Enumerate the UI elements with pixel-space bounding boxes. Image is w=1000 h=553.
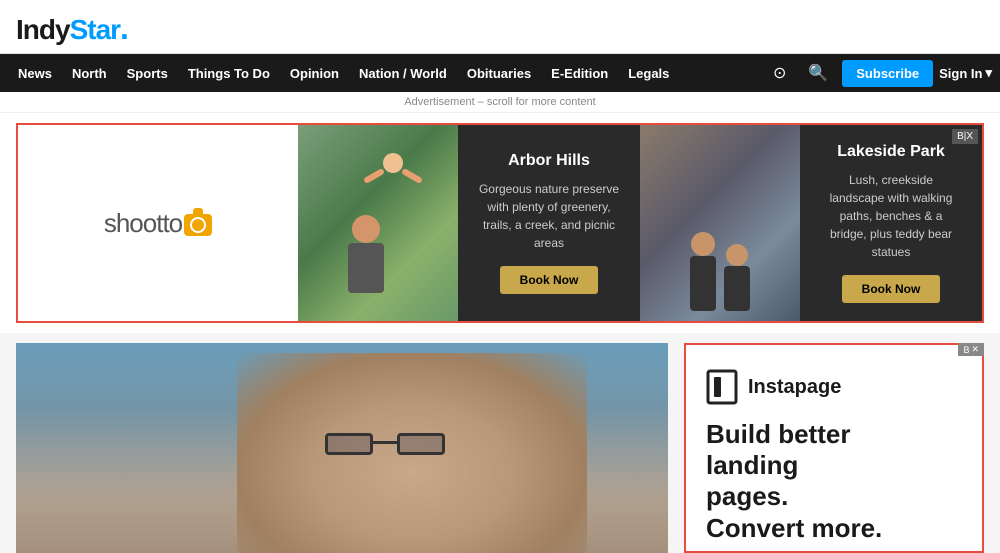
shootto-logo: shootto [104, 208, 212, 239]
child-figure [363, 153, 423, 181]
ad-middle-photo [298, 125, 458, 321]
instapage-brand-name: Instapage [748, 376, 841, 399]
glasses-right-frame [397, 433, 445, 455]
couple-silhouettes [690, 232, 750, 311]
instapage-logo-svg [706, 369, 738, 405]
side-ad-close-button[interactable]: B ✕ [958, 343, 984, 356]
arbor-hills-photo [298, 125, 458, 321]
nav-item-opinion[interactable]: Opinion [280, 54, 349, 92]
more-icon: ⊙ [773, 63, 786, 83]
logo-text-indy: Indy [16, 14, 70, 45]
nav-items: News North Sports Things To Do Opinion N… [8, 54, 765, 92]
arbor-hills-section: Arbor Hills Gorgeous nature preserve wit… [458, 125, 640, 321]
search-button[interactable]: 🔍 [800, 59, 836, 87]
instapage-header: Instapage [706, 369, 962, 405]
side-ad-wrapper: B ✕ Instapage Build better landing pages… [684, 343, 984, 553]
tagline-line1: Build better [706, 419, 850, 449]
nav-item-nation-world[interactable]: Nation / World [349, 54, 457, 92]
lakeside-park-title: Lakeside Park [837, 143, 945, 161]
nav-link-sports[interactable]: Sports [117, 54, 178, 92]
nav-link-opinion[interactable]: Opinion [280, 54, 349, 92]
lakeside-park-section: Lakeside Park Lush, creekside landscape … [800, 125, 982, 321]
dad-body [348, 243, 384, 293]
child-arms [363, 173, 423, 181]
close-x-icon: ✕ [971, 344, 979, 355]
main-ad-container: B|X shootto [0, 113, 1000, 333]
site-header: IndyStar. [0, 0, 1000, 54]
short-person-body [724, 266, 750, 311]
nav-link-legals[interactable]: Legals [618, 54, 679, 92]
main-nav: News North Sports Things To Do Opinion N… [0, 54, 1000, 92]
nav-right: ⊙ 🔍 Subscribe Sign In ▾ [765, 59, 992, 87]
signin-label: Sign In [939, 66, 982, 81]
chevron-down-icon: ▾ [985, 65, 992, 81]
nav-link-north[interactable]: North [62, 54, 117, 92]
site-logo[interactable]: IndyStar. [16, 10, 984, 47]
nav-link-obituaries[interactable]: Obituaries [457, 54, 541, 92]
tagline-line3: pages. [706, 481, 788, 511]
nav-link-things-to-do[interactable]: Things To Do [178, 54, 280, 92]
subscribe-button[interactable]: Subscribe [842, 60, 933, 87]
camera-icon [184, 214, 212, 236]
arbor-hills-description: Gorgeous nature preserve with plenty of … [478, 180, 620, 252]
dad-figure [348, 215, 384, 293]
lakeside-park-book-now-button[interactable]: Book Now [842, 275, 941, 303]
ad-notice: Advertisement – scroll for more content [0, 92, 1000, 113]
instapage-tagline: Build better landing pages. Convert more… [706, 419, 962, 544]
face-person [237, 353, 587, 553]
tall-person-body [690, 256, 716, 311]
dad-head [352, 215, 380, 243]
glasses-left-frame [325, 433, 373, 455]
ad-left-section: shootto [18, 125, 298, 321]
father-child-silhouette [338, 153, 418, 293]
search-icon: 🔍 [808, 63, 828, 83]
ad-right-photo [640, 125, 800, 321]
more-sections-button[interactable]: ⊙ [765, 59, 794, 87]
lakeside-park-description: Lush, creekside landscape with walking p… [820, 171, 962, 261]
nav-item-things-to-do[interactable]: Things To Do [178, 54, 280, 92]
glasses [325, 433, 445, 461]
logo-dot: . [120, 10, 128, 46]
short-person-head [726, 244, 748, 266]
arbor-hills-title: Arbor Hills [508, 152, 590, 170]
person-tall [690, 232, 716, 311]
nav-item-north[interactable]: North [62, 54, 117, 92]
tagline-line2: landing [706, 450, 798, 480]
story-image [16, 343, 668, 553]
content-area: B ✕ Instapage Build better landing pages… [0, 333, 1000, 553]
nav-link-e-edition[interactable]: E-Edition [541, 54, 618, 92]
glasses-bridge [373, 441, 397, 444]
tagline-line4: Convert more. [706, 513, 882, 543]
main-story[interactable] [16, 343, 668, 553]
ad-indicator: B [963, 345, 969, 355]
nav-link-news[interactable]: News [8, 54, 62, 92]
nav-item-obituaries[interactable]: Obituaries [457, 54, 541, 92]
side-ad: Instapage Build better landing pages. Co… [684, 343, 984, 553]
nav-item-e-edition[interactable]: E-Edition [541, 54, 618, 92]
main-ad-banner: B|X shootto [16, 123, 984, 323]
shootto-text: shootto [104, 208, 182, 238]
tall-person-head [691, 232, 715, 256]
child-head [383, 153, 403, 173]
lakeside-park-photo [640, 125, 800, 321]
main-ad-close-button[interactable]: B|X [952, 129, 978, 144]
instapage-icon [706, 369, 738, 405]
signin-button[interactable]: Sign In ▾ [939, 65, 992, 81]
nav-item-news[interactable]: News [8, 54, 62, 92]
logo-text-star: Star [70, 14, 120, 45]
nav-link-nation-world[interactable]: Nation / World [349, 54, 457, 92]
nav-item-sports[interactable]: Sports [117, 54, 178, 92]
arbor-hills-book-now-button[interactable]: Book Now [500, 266, 599, 294]
nav-item-legals[interactable]: Legals [618, 54, 679, 92]
person-short [724, 244, 750, 311]
